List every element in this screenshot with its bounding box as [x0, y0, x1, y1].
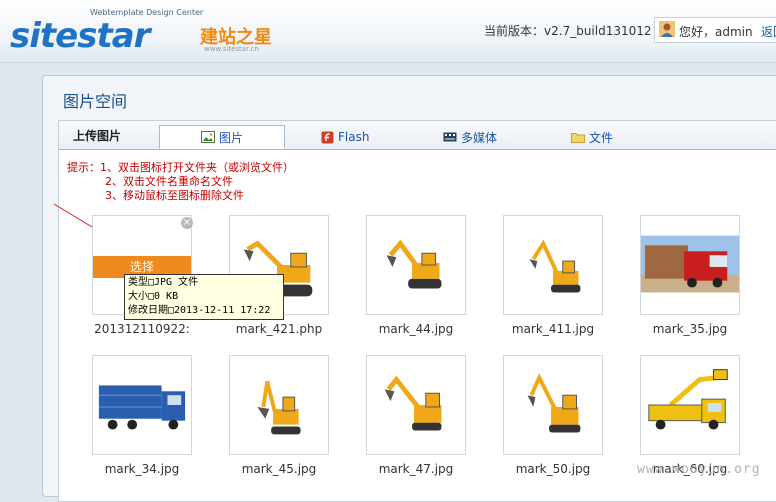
delete-icon[interactable]: ×	[181, 217, 193, 229]
folder-icon	[571, 132, 585, 143]
tab-images[interactable]: 图片	[159, 125, 285, 149]
excavator-image	[384, 375, 442, 431]
return-link[interactable]: 返回	[761, 23, 776, 40]
excavator-image	[527, 372, 581, 433]
media-icon	[443, 132, 457, 142]
tab-flash[interactable]: Flash	[321, 125, 369, 149]
tab-flash-label: Flash	[338, 130, 370, 144]
page-title: 图片空间	[63, 92, 128, 111]
file-name[interactable]: mark_45.jpg	[214, 462, 344, 476]
file-name[interactable]: mark_411.jpg	[488, 322, 618, 336]
tab-bar: 上传图片 图片 Flash 多媒体 文件	[59, 121, 776, 150]
top-header: Webtemplate Design Center sitestar 建站之星 …	[0, 0, 776, 63]
excavator-image	[257, 381, 301, 435]
file-thumbnail[interactable]	[366, 215, 466, 315]
file-name[interactable]: 201312110922:	[77, 322, 207, 336]
tab-media-label: 多媒体	[461, 130, 498, 145]
tab-images-label: 图片	[218, 130, 243, 145]
excavator-image	[529, 239, 581, 293]
file-thumbnail[interactable]	[366, 355, 466, 455]
red-truck-image	[641, 235, 739, 293]
file-name[interactable]: mark_50.jpg	[488, 462, 618, 476]
file-name[interactable]: mark_35.jpg	[625, 322, 755, 336]
logo-url: www.sitestar.cn	[204, 45, 259, 53]
tooltip-type: 类型□JPG 文件	[128, 277, 199, 288]
logo-wordmark: sitestar	[10, 16, 150, 56]
file-thumbnail[interactable]	[503, 355, 603, 455]
file-name[interactable]: mark_47.jpg	[351, 462, 481, 476]
image-icon	[200, 131, 215, 143]
file-info-tooltip: 类型□JPG 文件 大小□0 KB 修改日期□2013-12-11 17:22	[124, 274, 284, 320]
file-name[interactable]: mark_34.jpg	[77, 462, 207, 476]
tooltip-size: 大小□0 KB	[128, 291, 179, 302]
user-box: 您好，admin 返回	[654, 17, 776, 43]
file-name[interactable]: mark_44.jpg	[351, 322, 481, 336]
watermark: www.wooyun.org	[637, 462, 761, 477]
hint-line-2: 2、双击文件名重命名文件	[105, 175, 233, 188]
upload-image-button[interactable]: 上传图片	[73, 127, 121, 144]
hint-line-1: 提示：1、双击图标打开文件夹（或浏览文件）	[67, 161, 294, 174]
tooltip-date: 修改日期□2013-12-11 17:22	[128, 305, 271, 316]
blue-truck-image	[98, 385, 186, 430]
version-label: 当前版本：	[484, 24, 545, 38]
file-thumbnail[interactable]	[503, 215, 603, 315]
file-thumbnail[interactable]	[229, 355, 329, 455]
file-thumbnail[interactable]	[640, 355, 740, 455]
file-thumbnail[interactable]	[92, 355, 192, 455]
version-value: v2.7_build131012	[544, 24, 652, 38]
lift-truck-image	[648, 369, 728, 430]
user-icon	[659, 21, 675, 37]
file-name[interactable]: mark_421.php	[214, 322, 344, 336]
hint-text: 提示：1、双击图标打开文件夹（或浏览文件） 2、双击文件名重命名文件 3、移动鼠…	[67, 161, 294, 203]
file-thumbnail[interactable]	[640, 215, 740, 315]
tab-files[interactable]: 文件	[571, 125, 613, 149]
sitestar-logo[interactable]: Webtemplate Design Center sitestar 建站之星 …	[4, 4, 284, 56]
excavator-image	[386, 239, 442, 289]
version-info: 当前版本：v2.7_build131012	[484, 22, 652, 39]
tab-files-label: 文件	[589, 130, 614, 145]
flash-icon	[321, 131, 334, 143]
user-greeting: 您好，admin	[679, 25, 753, 39]
tab-media[interactable]: 多媒体	[443, 125, 497, 149]
